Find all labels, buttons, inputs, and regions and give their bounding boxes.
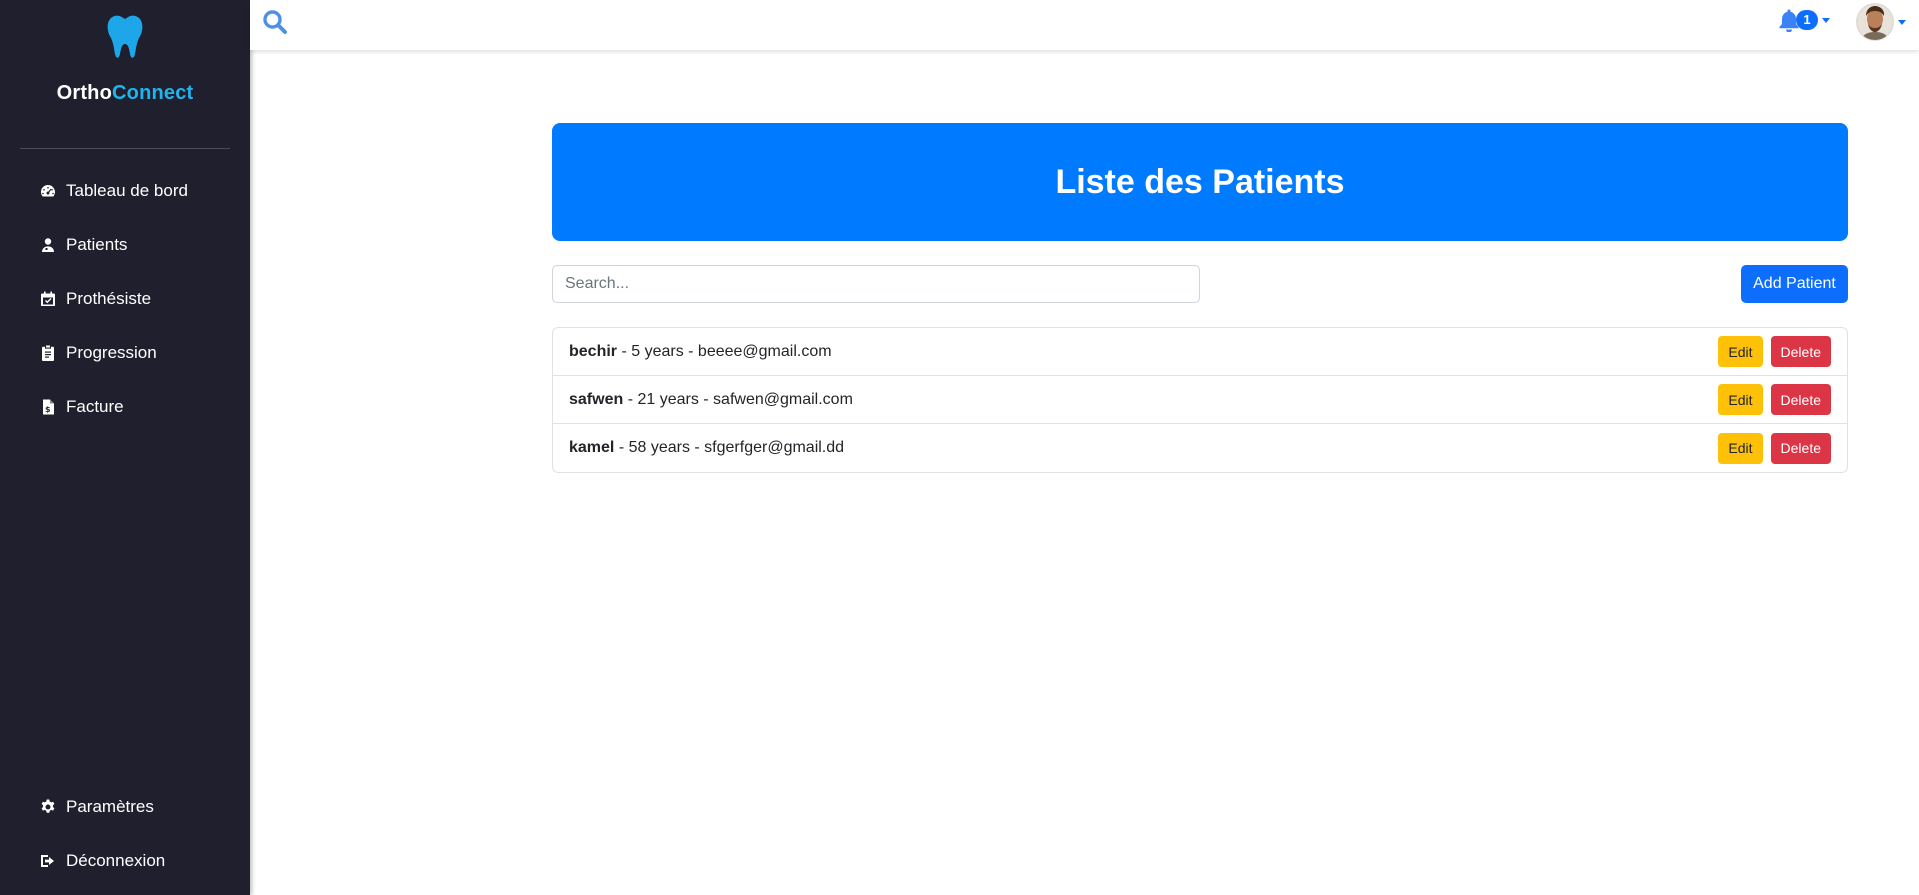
edit-button[interactable]: Edit [1718,336,1763,367]
sidebar-item-parametres[interactable]: Paramètres [0,780,250,834]
sidebar-item-label: Tableau de bord [66,181,188,200]
patient-name: safwen [569,390,624,408]
list-item: safwen - 21 years - safwen@gmail.com Edi… [553,376,1847,424]
invoice-icon: $ [43,399,54,415]
gear-icon [41,799,55,813]
sign-out-icon [41,855,54,867]
edit-button[interactable]: Edit [1718,384,1763,415]
patient-search-input[interactable] [552,265,1200,303]
sidebar-item-label: Déconnexion [66,851,166,870]
calendar-check-icon [41,291,55,306]
patient-list: bechir - 5 years - beeee@gmail.com Edit … [552,327,1848,473]
tachometer-icon [41,185,55,197]
patient-name: kamel [569,439,615,456]
sidebar-item-label: Patients [66,235,128,254]
sidebar-item-patients[interactable]: Patients [0,218,250,272]
sidebar-item-facture[interactable]: $ Facture [0,380,250,434]
sidebar: OrthoConnect Tableau de bord Patients Pr… [0,0,250,895]
avatar [1856,3,1894,41]
sidebar-item-prothesiste[interactable]: Prothésiste [0,272,250,326]
brand-part-2: Connect [112,82,194,104]
sidebar-bottom-nav: Paramètres Déconnexion [0,780,250,888]
delete-button[interactable]: Delete [1770,432,1831,464]
page-header: Liste des Patients [552,123,1848,241]
delete-button[interactable]: Delete [1770,384,1831,415]
sidebar-item-dashboard[interactable]: Tableau de bord [0,164,250,218]
patient-name: bechir [569,342,618,360]
patient-info: kamel - 58 years - sfgerfger@gmail.dd [569,439,1710,457]
patient-info: safwen - 21 years - safwen@gmail.com [569,391,1710,409]
page-title: Liste des Patients [1055,162,1345,201]
tooth-icon [107,15,143,58]
add-patient-button[interactable]: Add Patient [1741,265,1848,303]
brand-part-1: Ortho [56,82,113,104]
list-item: kamel - 58 years - sfgerfger@gmail.dd Ed… [553,424,1847,472]
sidebar-item-label: Prothésiste [66,289,152,308]
topbar: 1 [250,0,1919,50]
delete-button[interactable]: Delete [1770,336,1831,367]
svg-text:$: $ [45,405,51,414]
search-button[interactable] [262,9,288,35]
notification-badge: 1 [1796,10,1818,30]
sidebar-item-label: Facture [66,397,124,416]
sidebar-item-deconnexion[interactable]: Déconnexion [0,834,250,888]
sidebar-item-label: Progression [66,343,157,362]
user-avatar-icon [1857,4,1893,40]
edit-button[interactable]: Edit [1718,432,1763,464]
patient-details: - 5 years - beeee@gmail.com [617,342,832,360]
search-icon [263,10,287,34]
clipboard-icon [42,345,54,361]
patient-details: - 58 years - sfgerfger@gmail.dd [614,439,845,456]
user-menu[interactable] [1856,3,1906,41]
sidebar-item-label: Paramètres [66,797,154,816]
sidebar-item-progression[interactable]: Progression [0,326,250,380]
notifications-dropdown[interactable]: 1 [1778,8,1830,32]
patient-details: - 21 years - safwen@gmail.com [623,390,853,408]
patient-info: bechir - 5 years - beeee@gmail.com [569,343,1710,361]
sidebar-divider [20,148,230,149]
logo[interactable] [0,14,250,60]
sidebar-nav: Tableau de bord Patients Prothésiste Pro… [0,164,250,434]
chevron-down-icon [1822,17,1830,23]
user-doctor-icon [42,238,54,252]
chevron-down-icon [1898,19,1906,25]
brand-name: OrthoConnect [0,82,250,105]
list-item: bechir - 5 years - beeee@gmail.com Edit … [553,328,1847,376]
